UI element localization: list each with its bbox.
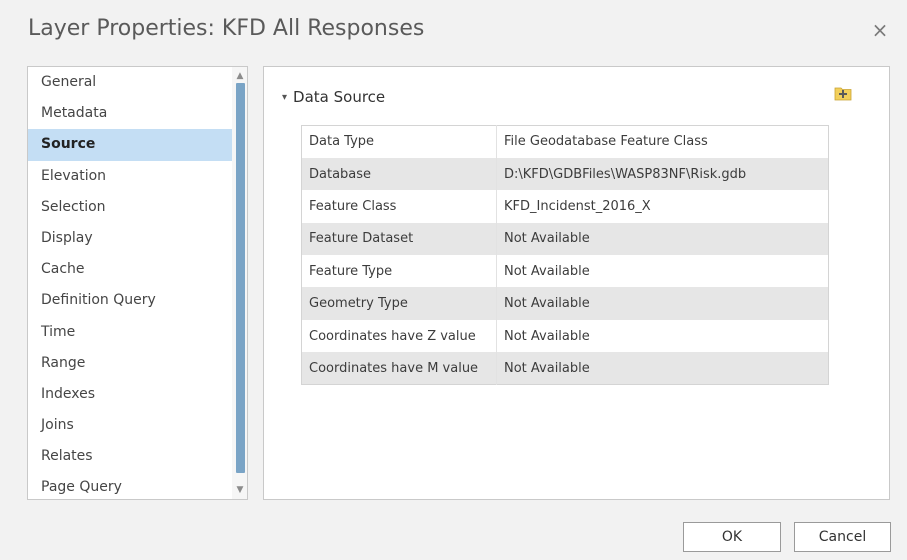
add-data-icon[interactable] [834,85,852,101]
property-value: D:\KFD\GDBFiles\WASP83NF\Risk.gdb [496,157,829,191]
scroll-up-arrow-icon[interactable]: ▲ [232,69,247,83]
property-value: Not Available [496,222,829,256]
sidebar-item-source[interactable]: Source [28,129,232,161]
property-value: Not Available [496,352,829,385]
sidebar-item-joins[interactable]: Joins [28,410,232,441]
sidebar-item-elevation[interactable]: Elevation [28,161,232,192]
source-panel: ▾ Data Source Data Type File Geodatabase… [263,66,890,500]
property-key: Coordinates have Z value [301,319,497,353]
property-value: Not Available [496,287,829,320]
property-key: Feature Dataset [301,222,497,256]
table-row: Database D:\KFD\GDBFiles\WASP83NF\Risk.g… [301,157,829,191]
table-row: Feature Class KFD_Incidenst_2016_X [301,190,829,223]
table-row: Data Type File Geodatabase Feature Class [301,125,829,158]
sidebar-item-definition-query[interactable]: Definition Query [28,285,232,316]
property-key: Data Type [301,125,497,158]
table-row: Feature Type Not Available [301,255,829,288]
property-value: Not Available [504,263,590,279]
cancel-button[interactable]: Cancel [794,522,891,552]
scroll-thumb[interactable] [236,83,245,473]
data-source-section-header[interactable]: ▾ Data Source [282,85,385,109]
ok-button[interactable]: OK [683,522,781,552]
chevron-down-icon[interactable]: ▾ [282,92,287,103]
sidebar-item-range[interactable]: Range [28,348,232,379]
sidebar-item-cache[interactable]: Cache [28,254,232,285]
sidebar-item-relates[interactable]: Relates [28,441,232,472]
property-key: Feature Class [301,190,497,223]
sidebar-scrollbar[interactable]: ▲ ▼ [232,67,247,499]
property-value: KFD_Incidenst_2016_X [504,198,651,214]
sidebar: General Metadata Source Elevation Select… [27,66,248,500]
property-key: Database [301,157,497,191]
dialog-title: Layer Properties: KFD All Responses [28,16,425,41]
close-icon[interactable]: × [866,16,894,44]
scroll-down-arrow-icon[interactable]: ▼ [232,483,247,497]
table-row: Geometry Type Not Available [301,287,829,320]
property-key: Feature Type [301,255,497,288]
sidebar-item-general[interactable]: General [28,67,232,98]
layer-properties-dialog: Layer Properties: KFD All Responses × Ge… [0,0,907,560]
sidebar-item-page-query[interactable]: Page Query [28,472,232,499]
sidebar-item-time[interactable]: Time [28,317,232,348]
table-row: Feature Dataset Not Available [301,222,829,256]
table-row: Coordinates have Z value Not Available [301,319,829,353]
title-bar: Layer Properties: KFD All Responses × [0,0,907,62]
table-row: Coordinates have M value Not Available [301,352,829,385]
sidebar-item-metadata[interactable]: Metadata [28,98,232,129]
property-value: File Geodatabase Feature Class [504,134,708,150]
sidebar-list: General Metadata Source Elevation Select… [28,67,232,499]
data-source-table: Data Type File Geodatabase Feature Class… [301,125,829,386]
property-key: Coordinates have M value [301,352,497,385]
property-key: Geometry Type [301,287,497,320]
property-value: Not Available [504,328,590,344]
sidebar-item-selection[interactable]: Selection [28,192,232,223]
sidebar-item-indexes[interactable]: Indexes [28,379,232,410]
section-title: Data Source [293,88,386,106]
sidebar-item-display[interactable]: Display [28,223,232,254]
